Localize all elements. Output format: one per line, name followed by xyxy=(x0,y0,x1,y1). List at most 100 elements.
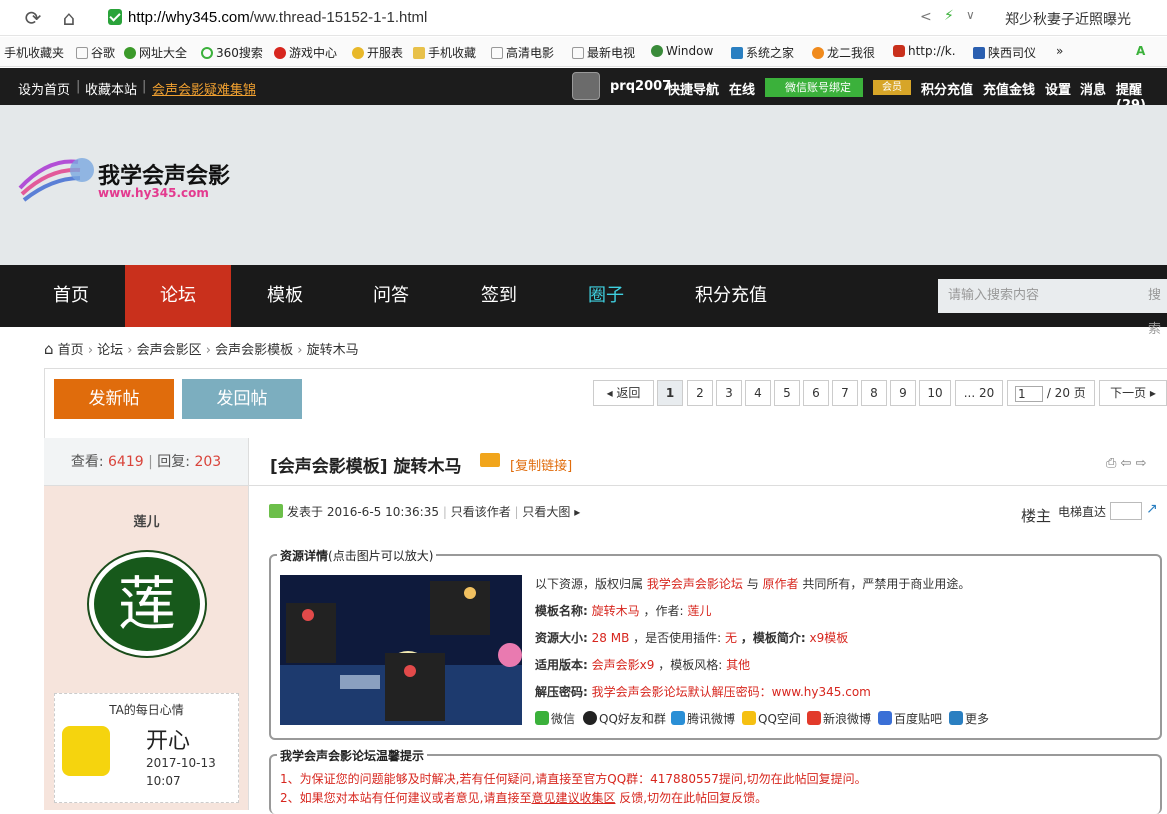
crumb-subsection[interactable]: 会声会影模板 xyxy=(215,343,293,358)
game-icon xyxy=(274,47,286,59)
pager-page[interactable]: 2 xyxy=(687,380,713,406)
feedback-link[interactable]: 意见建议收集区 xyxy=(531,791,615,805)
bookmark-item[interactable]: 360搜索 xyxy=(201,44,263,61)
share-tieba[interactable]: 百度贴吧 xyxy=(878,710,942,727)
print-icon[interactable]: ⎙ xyxy=(1106,456,1116,471)
prev-thread-icon[interactable]: ⇦ xyxy=(1121,456,1132,471)
share-qq[interactable]: QQ好友和群 xyxy=(583,710,666,727)
reply-count: 203 xyxy=(194,454,222,470)
bookmark-item[interactable]: 游戏中心 xyxy=(274,44,337,61)
tips-legend: 我学会声会影论坛温馨提示 xyxy=(277,747,428,764)
only-big-image-link[interactable]: 只看大图 xyxy=(522,505,570,519)
online-link[interactable]: 在线 xyxy=(729,79,755,98)
pager-back[interactable]: ◂ 返回 xyxy=(593,380,654,406)
wechat-bind-button[interactable]: 微信账号绑定 xyxy=(765,78,863,97)
pager-page[interactable]: 9 xyxy=(890,380,916,406)
settings-link[interactable]: 设置 xyxy=(1045,79,1071,98)
bookmark-item[interactable]: 网址大全 xyxy=(124,44,187,61)
nav-circle[interactable]: 圈子 xyxy=(553,265,659,327)
page-input[interactable]: 1 xyxy=(1015,385,1043,402)
nav-home[interactable]: 首页 xyxy=(18,265,124,327)
more-bookmarks[interactable]: » xyxy=(1056,44,1063,58)
pager-page[interactable]: 4 xyxy=(745,380,771,406)
logo-url: www.hy345.com xyxy=(98,186,209,200)
bookmark-item[interactable]: 龙二我很 xyxy=(812,44,875,61)
tieba-icon xyxy=(878,711,892,725)
money-recharge-link[interactable]: 充值金钱 xyxy=(983,79,1035,98)
nav-templates[interactable]: 模板 xyxy=(232,265,338,327)
bookmark-item[interactable]: Window xyxy=(651,44,713,58)
url-field[interactable]: http://why345.com/ww.thread-15152-1-1.ht… xyxy=(128,9,427,26)
pager-page[interactable]: 7 xyxy=(832,380,858,406)
quick-nav-link[interactable]: 快捷导航 xyxy=(667,79,719,98)
user-avatar[interactable] xyxy=(572,72,600,100)
bookmark-item[interactable]: 高清电影 xyxy=(491,44,554,61)
share-tencent-weibo[interactable]: 腾讯微博 xyxy=(671,710,735,727)
bookmark-item[interactable]: 最新电视 xyxy=(572,44,635,61)
author-name[interactable]: 莲儿 xyxy=(44,511,249,530)
bookmark-item[interactable]: 系统之家 xyxy=(731,44,794,61)
nav-forum[interactable]: 论坛 xyxy=(125,265,231,327)
set-homepage-link[interactable]: 设为首页 xyxy=(18,79,70,98)
faq-link[interactable]: 会声会影疑难集锦 xyxy=(152,79,256,98)
pager-next[interactable]: 下一页 ▸ xyxy=(1099,380,1167,406)
home-icon[interactable]: ⌂ xyxy=(58,7,80,29)
reply-button[interactable]: 发回帖 xyxy=(182,379,302,419)
username-link[interactable]: prq2007 xyxy=(610,79,671,94)
nav-points[interactable]: 积分充值 xyxy=(676,265,786,327)
breadcrumb: ⌂ 首页 › 论坛 › 会声会影区 › 会声会影模板 › 旋转木马 xyxy=(44,340,359,358)
mood-face-icon xyxy=(62,726,110,776)
search-input[interactable]: 请输入搜索内容 xyxy=(938,279,1167,313)
elevator-input[interactable] xyxy=(1110,502,1142,520)
bookmark-item[interactable]: 谷歌 xyxy=(76,44,115,61)
author-avatar[interactable]: 莲 xyxy=(87,550,207,658)
pager-page[interactable]: 6 xyxy=(803,380,829,406)
logo-icon[interactable] xyxy=(18,148,96,204)
next-thread-icon[interactable]: ⇨ xyxy=(1136,456,1147,471)
search-button[interactable]: 搜索 xyxy=(1148,279,1167,347)
mood-title: TA的每日心情 xyxy=(109,703,184,717)
crumb-forum[interactable]: 论坛 xyxy=(97,343,123,358)
bookmark-item[interactable]: 陕西司仪 xyxy=(973,44,1036,61)
pager-page[interactable]: 3 xyxy=(716,380,742,406)
extension-icon[interactable]: A xyxy=(1136,44,1145,58)
bookmark-item[interactable]: 手机收藏 xyxy=(413,44,476,61)
tip-2: 2、如果您对本站有任何建议或者意见,请直接至意见建议收集区 反馈,切勿在此帖回复… xyxy=(280,791,768,805)
news-ticker[interactable]: 郑少秋妻子近照曝光 xyxy=(1005,9,1131,29)
share-sina-weibo[interactable]: 新浪微博 xyxy=(807,710,871,727)
messages-link[interactable]: 消息 xyxy=(1080,79,1106,98)
lightning-icon[interactable]: ⚡ xyxy=(944,8,954,24)
bookmark-item[interactable]: 开服表 xyxy=(352,44,403,61)
points-recharge-link[interactable]: 积分充值 xyxy=(921,79,973,98)
share-wechat[interactable]: 微信 xyxy=(535,710,575,727)
only-author-link[interactable]: 只看该作者 xyxy=(451,505,511,519)
online-status-icon xyxy=(269,504,283,518)
share-icon[interactable]: < xyxy=(920,9,932,25)
bookmark-item[interactable]: 手机收藏夹 xyxy=(4,44,64,61)
nav-checkin[interactable]: 签到 xyxy=(446,265,552,327)
copy-link-button[interactable]: [复制链接] xyxy=(510,455,572,474)
bookmark-site-link[interactable]: 收藏本站 xyxy=(85,79,137,98)
template-preview-image[interactable] xyxy=(280,575,522,725)
share-more[interactable]: 更多 xyxy=(949,710,989,727)
pager-page[interactable]: 8 xyxy=(861,380,887,406)
pager-page[interactable]: 1 xyxy=(657,380,683,406)
nav-qa[interactable]: 问答 xyxy=(338,265,444,327)
pager-page[interactable]: 5 xyxy=(774,380,800,406)
avatar-char: 莲 xyxy=(94,557,200,651)
home-icon[interactable]: ⌂ xyxy=(44,340,54,358)
crumb-section[interactable]: 会声会影区 xyxy=(137,343,202,358)
reload-icon[interactable]: ⟳ xyxy=(22,7,44,29)
chevron-down-icon[interactable]: ∨ xyxy=(966,8,975,22)
password-line: 解压密码: 我学会声会影论坛默认解压密码：www.hy345.com xyxy=(535,685,871,699)
share-qzone[interactable]: QQ空间 xyxy=(742,710,801,727)
new-post-button[interactable]: 发新帖 xyxy=(54,379,174,419)
pager-page[interactable]: ... 20 xyxy=(955,380,1003,406)
crumb-home[interactable]: 首页 xyxy=(58,343,84,358)
post-meta: 发表于 2016-6-5 10:36:35 | 只看该作者 | 只看大图 ▸ xyxy=(269,503,580,520)
vip-badge[interactable]: 会员 xyxy=(873,80,911,95)
bookmark-item[interactable]: http://k. xyxy=(893,44,956,58)
go-icon[interactable]: ↗ xyxy=(1146,501,1158,517)
version-line: 适用版本: 会声会影x9 ，模板风格: 其他 xyxy=(535,658,751,672)
pager-page[interactable]: 10 xyxy=(919,380,951,406)
